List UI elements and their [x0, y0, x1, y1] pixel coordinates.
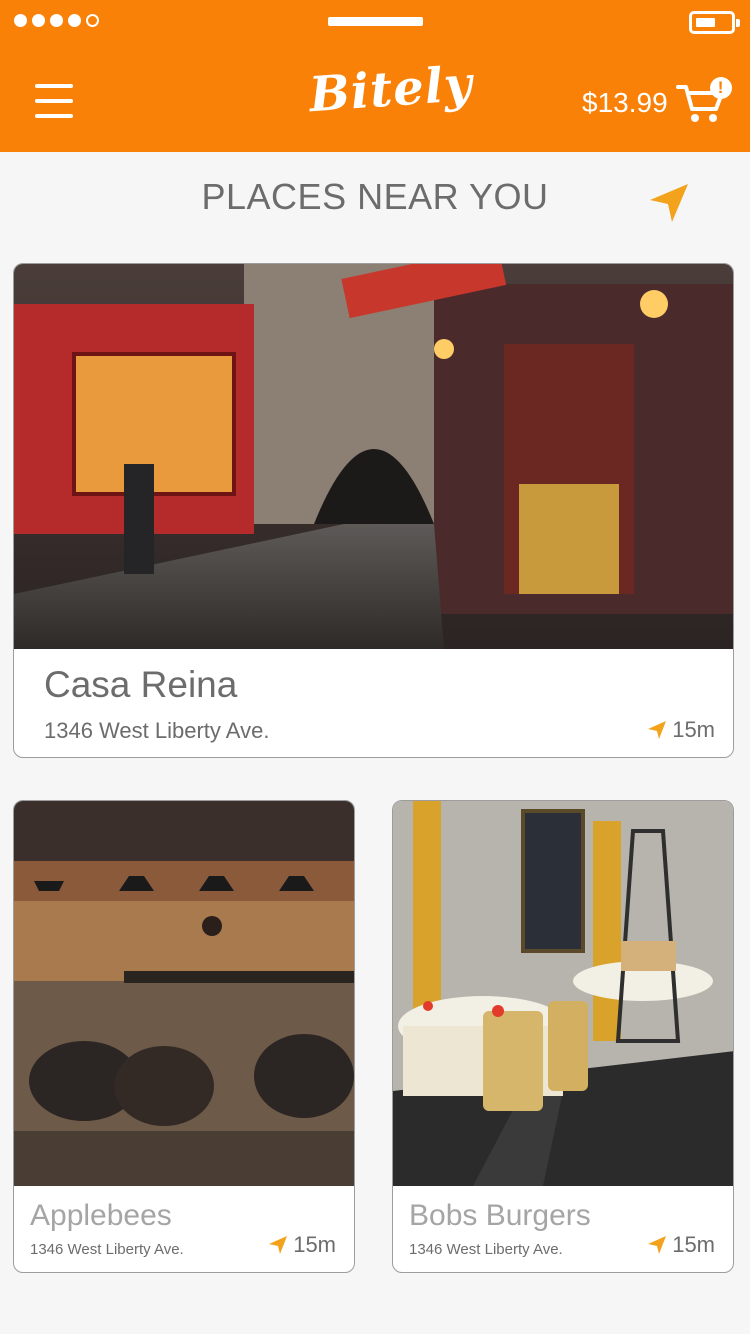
- hamburger-menu-button[interactable]: [35, 84, 73, 118]
- place-card[interactable]: Bobs Burgers 1346 West Liberty Ave. 15m: [392, 800, 734, 1273]
- signal-dot: [50, 14, 63, 27]
- battery-icon: [689, 11, 740, 34]
- navigation-arrow-icon: [648, 721, 667, 739]
- navigation-arrow-icon: [648, 1236, 667, 1254]
- cart-alert-badge: !: [709, 77, 732, 99]
- place-photo: [393, 801, 733, 1186]
- shopping-cart-icon: !: [675, 77, 732, 125]
- place-distance-value: 15m: [672, 717, 715, 742]
- brand-logo: Bitely: [307, 55, 475, 124]
- place-card[interactable]: Applebees 1346 West Liberty Ave. 15m: [13, 800, 355, 1273]
- place-card[interactable]: Casa Reina 1346 West Liberty Ave. 15m: [13, 263, 734, 758]
- signal-dot: [32, 14, 45, 27]
- place-distance-value: 15m: [672, 1232, 715, 1257]
- navigation-arrow-icon[interactable]: [648, 182, 690, 224]
- section-title: PLACES NEAR YOU: [201, 176, 549, 217]
- battery-level: [696, 18, 715, 27]
- navigation-arrow-icon: [269, 1236, 288, 1254]
- place-distance: 15m: [647, 1232, 715, 1258]
- place-name: Applebees: [30, 1199, 172, 1232]
- signal-dot: [14, 14, 27, 27]
- cart-button[interactable]: $13.99 !: [582, 77, 732, 128]
- place-address: 1346 West Liberty Ave.: [30, 1241, 184, 1258]
- place-address: 1346 West Liberty Ave.: [44, 718, 270, 743]
- place-name: Casa Reina: [44, 664, 238, 705]
- place-distance: 15m: [268, 1232, 336, 1258]
- place-distance-value: 15m: [293, 1232, 336, 1257]
- signal-strength-icon: [14, 14, 99, 27]
- signal-dot: [68, 14, 81, 27]
- status-bar-indicator: [328, 17, 423, 26]
- place-distance: 15m: [647, 717, 715, 743]
- place-address: 1346 West Liberty Ave.: [409, 1241, 563, 1258]
- signal-dot: [86, 14, 99, 27]
- place-photo: [14, 264, 733, 649]
- place-name: Bobs Burgers: [409, 1199, 591, 1232]
- cart-total: $13.99: [582, 87, 668, 118]
- app-header: Bitely $13.99 !: [0, 0, 750, 152]
- place-photo: [14, 801, 354, 1186]
